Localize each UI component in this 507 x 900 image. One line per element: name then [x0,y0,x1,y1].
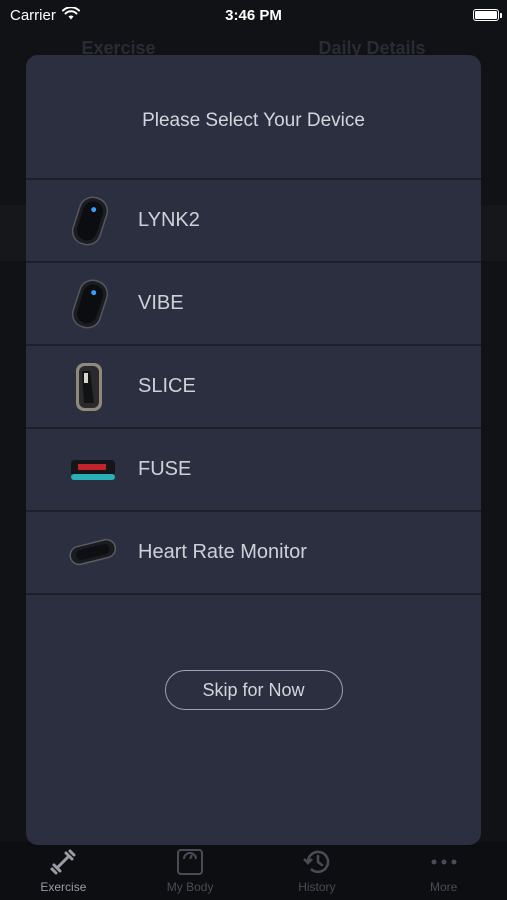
more-icon [429,848,459,876]
device-label-lynk2: LYNK2 [138,209,200,231]
device-row-vibe[interactable]: VIBE [26,263,481,346]
fuse-device-icon [68,440,128,500]
device-row-lynk2[interactable]: LYNK2 [26,180,481,263]
device-label-fuse: FUSE [138,458,192,480]
device-label-vibe: VIBE [138,292,184,314]
status-left: Carrier [10,5,80,24]
device-select-modal: Please Select Your Device LYNK2 VIBE SLI… [26,55,481,845]
wifi-icon [61,5,80,24]
heart-rate-monitor-icon [68,523,128,583]
tab-history-label: History [298,880,336,894]
tab-my-body-label: My Body [166,880,214,894]
tab-history[interactable]: History [267,848,367,894]
device-label-slice: SLICE [138,375,196,397]
slice-device-icon [68,357,128,417]
lynk2-device-icon [68,191,128,251]
device-label-heart-rate-monitor: Heart Rate Monitor [138,541,307,563]
history-icon [302,848,332,876]
device-row-heart-rate-monitor[interactable]: Heart Rate Monitor [26,512,481,595]
device-row-slice[interactable]: SLICE [26,346,481,429]
carrier-label: Carrier [10,6,56,24]
skip-for-now-button[interactable]: Skip for Now [164,670,343,710]
tab-exercise[interactable]: Exercise [13,848,113,894]
dumbbell-icon [49,848,77,876]
tab-my-body[interactable]: My Body [140,848,240,894]
battery-icon [473,9,502,21]
tab-exercise-label: Exercise [40,880,87,894]
skip-wrap: Skip for Now [26,670,481,710]
tab-bar: Exercise My Body History More [0,842,507,900]
vibe-device-icon [68,274,128,334]
device-row-fuse[interactable]: FUSE [26,429,481,512]
status-bar: Carrier 3:46 PM [0,0,507,30]
tab-more-label: More [429,880,458,894]
modal-title: Please Select Your Device [142,109,365,131]
scale-icon [176,848,204,876]
device-list: LYNK2 VIBE SLICE FUSE Heart Rate Monitor [26,178,481,595]
tab-more[interactable]: More [394,848,494,894]
